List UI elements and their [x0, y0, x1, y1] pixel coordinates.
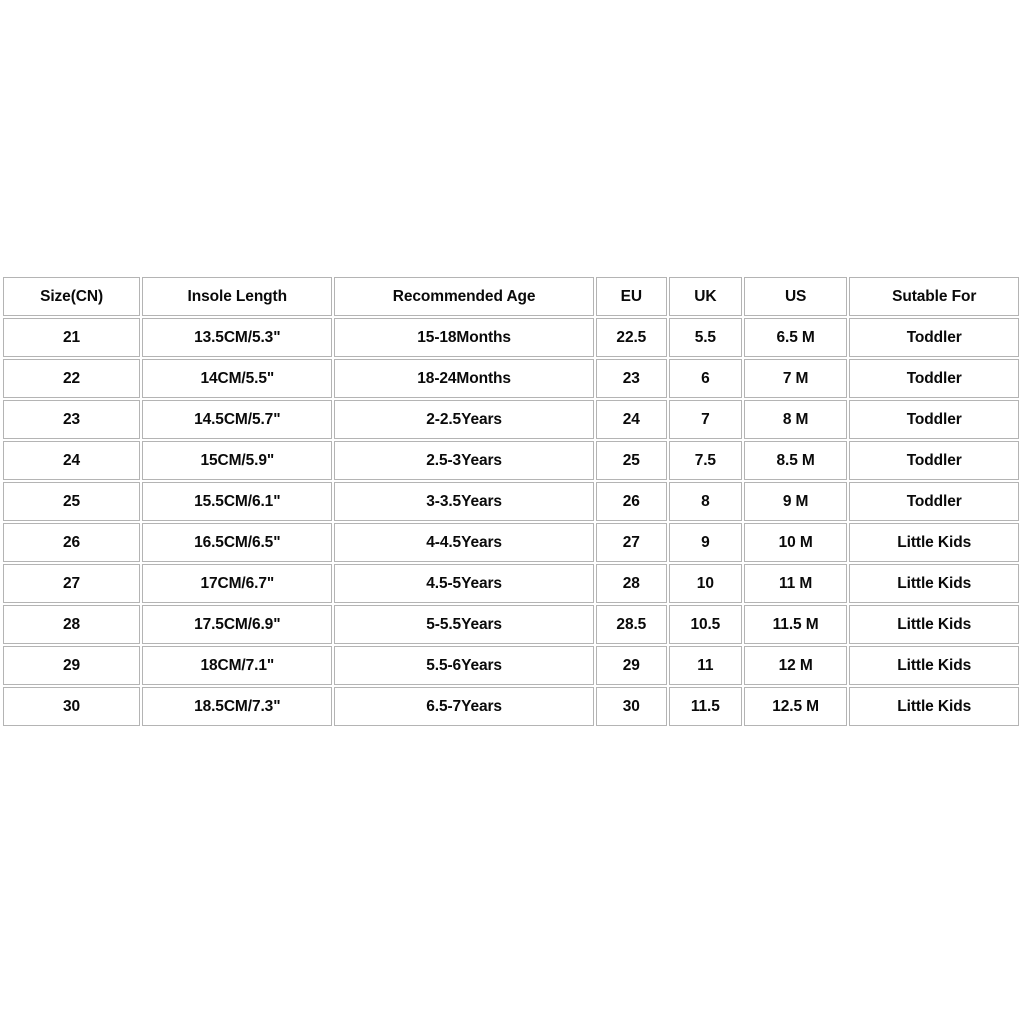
cell-suitable: Little Kids [849, 523, 1020, 562]
cell-eu: 28.5 [595, 605, 667, 644]
table-row: 23 14.5CM/5.7" 2-2.5Years 24 7 8 M Toddler [3, 399, 1021, 440]
cell-insole: 16.5CM/6.5" [142, 523, 333, 562]
cell-size-cn: 23 [3, 400, 141, 439]
cell-age: 15-18Months [334, 318, 594, 357]
cell-insole: 14CM/5.5" [142, 359, 333, 398]
cell-suitable: Toddler [849, 359, 1020, 398]
column-header-insole: Insole Length [142, 277, 333, 316]
table-row: 25 15.5CM/6.1" 3-3.5Years 26 8 9 M Toddler [3, 481, 1021, 522]
table-row: 27 17CM/6.7" 4.5-5Years 28 10 11 M Little Kids [3, 563, 1021, 604]
cell-suitable: Toddler [849, 441, 1020, 480]
cell-uk: 5.5 [668, 318, 742, 357]
column-header-age: Recommended Age [334, 277, 594, 316]
cell-us: 8.5 M [743, 441, 848, 480]
cell-us: 7 M [743, 359, 848, 398]
cell-age: 5-5.5Years [334, 605, 594, 644]
column-header-size-cn: Size(CN) [3, 277, 141, 316]
table-header-row: Size(CN) Insole Length Recommended Age EU UK… [3, 276, 1021, 317]
table-row: 29 18CM/7.1" 5.5-6Years 29 11 12 M Little Kids [3, 645, 1021, 686]
size-chart-table: Size(CN) Insole Length Recommended Age EU UK… [3, 276, 1021, 727]
cell-eu: 26 [595, 482, 667, 521]
cell-size-cn: 26 [3, 523, 141, 562]
cell-size-cn: 22 [3, 359, 141, 398]
cell-eu: 25 [595, 441, 667, 480]
cell-us: 12 M [743, 646, 848, 685]
cell-uk: 11.5 [668, 687, 742, 726]
cell-age: 5.5-6Years [334, 646, 594, 685]
cell-size-cn: 27 [3, 564, 141, 603]
cell-suitable: Toddler [849, 482, 1020, 521]
cell-insole: 17CM/6.7" [142, 564, 333, 603]
cell-us: 11.5 M [743, 605, 848, 644]
cell-insole: 18CM/7.1" [142, 646, 333, 685]
table-row: 21 13.5CM/5.3" 15-18Months 22.5 5.5 6.5 M Todd… [3, 317, 1021, 358]
cell-insole: 17.5CM/6.9" [142, 605, 333, 644]
column-header-eu: EU [595, 277, 667, 316]
cell-suitable: Little Kids [849, 687, 1020, 726]
cell-uk: 10 [668, 564, 742, 603]
cell-eu: 29 [595, 646, 667, 685]
cell-size-cn: 30 [3, 687, 141, 726]
cell-size-cn: 29 [3, 646, 141, 685]
cell-eu: 30 [595, 687, 667, 726]
cell-eu: 23 [595, 359, 667, 398]
cell-size-cn: 25 [3, 482, 141, 521]
cell-uk: 10.5 [668, 605, 742, 644]
cell-age: 4-4.5Years [334, 523, 594, 562]
cell-us: 6.5 M [743, 318, 848, 357]
cell-suitable: Little Kids [849, 564, 1020, 603]
cell-age: 3-3.5Years [334, 482, 594, 521]
column-header-us: US [743, 277, 848, 316]
cell-uk: 8 [668, 482, 742, 521]
table-row: 26 16.5CM/6.5" 4-4.5Years 27 9 10 M Little Kid… [3, 522, 1021, 563]
table-row: 30 18.5CM/7.3" 6.5-7Years 30 11.5 12.5 M Littl… [3, 686, 1021, 727]
cell-insole: 15CM/5.9" [142, 441, 333, 480]
cell-size-cn: 24 [3, 441, 141, 480]
cell-age: 4.5-5Years [334, 564, 594, 603]
cell-us: 8 M [743, 400, 848, 439]
cell-age: 6.5-7Years [334, 687, 594, 726]
cell-insole: 18.5CM/7.3" [142, 687, 333, 726]
cell-eu: 28 [595, 564, 667, 603]
cell-suitable: Little Kids [849, 646, 1020, 685]
cell-us: 12.5 M [743, 687, 848, 726]
cell-age: 2-2.5Years [334, 400, 594, 439]
cell-size-cn: 21 [3, 318, 141, 357]
cell-eu: 27 [595, 523, 667, 562]
cell-uk: 7 [668, 400, 742, 439]
table-row: 28 17.5CM/6.9" 5-5.5Years 28.5 10.5 11.5 M Lit… [3, 604, 1021, 645]
cell-insole: 15.5CM/6.1" [142, 482, 333, 521]
cell-us: 9 M [743, 482, 848, 521]
table-row: 24 15CM/5.9" 2.5-3Years 25 7.5 8.5 M Toddler [3, 440, 1021, 481]
column-header-uk: UK [668, 277, 742, 316]
cell-us: 10 M [743, 523, 848, 562]
cell-eu: 24 [595, 400, 667, 439]
cell-uk: 9 [668, 523, 742, 562]
cell-us: 11 M [743, 564, 848, 603]
table-row: 22 14CM/5.5" 18-24Months 23 6 7 M Toddler [3, 358, 1021, 399]
cell-suitable: Little Kids [849, 605, 1020, 644]
cell-uk: 11 [668, 646, 742, 685]
column-header-suitable: Sutable For [849, 277, 1020, 316]
cell-age: 2.5-3Years [334, 441, 594, 480]
cell-uk: 6 [668, 359, 742, 398]
cell-insole: 14.5CM/5.7" [142, 400, 333, 439]
cell-suitable: Toddler [849, 400, 1020, 439]
cell-insole: 13.5CM/5.3" [142, 318, 333, 357]
cell-size-cn: 28 [3, 605, 141, 644]
cell-uk: 7.5 [668, 441, 742, 480]
cell-age: 18-24Months [334, 359, 594, 398]
cell-eu: 22.5 [595, 318, 667, 357]
cell-suitable: Toddler [849, 318, 1020, 357]
